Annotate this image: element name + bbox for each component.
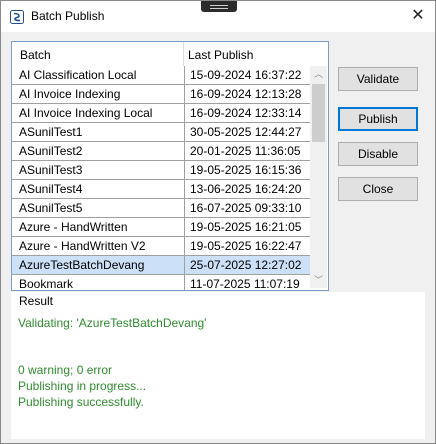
- window-title: Batch Publish: [31, 9, 105, 23]
- column-separator[interactable]: [183, 42, 184, 66]
- batch-cell[interactable]: Azure - HandWritten: [12, 218, 185, 237]
- batch-cell[interactable]: ASunilTest4: [12, 180, 185, 199]
- table-row[interactable]: AI Invoice Indexing 16-09-2024 12:13:28: [12, 85, 310, 104]
- table-row[interactable]: ASunilTest1 30-05-2025 12:44:27: [12, 123, 310, 142]
- table-row[interactable]: ASunilTest2 20-01-2025 11:36:05: [12, 142, 310, 161]
- batch-publish-window: Batch Publish ✕ Batch Last Publish AI Cl…: [0, 0, 436, 444]
- batch-cell[interactable]: AzureTestBatchDevang: [12, 256, 185, 275]
- result-line-success: Publishing successfully.: [18, 395, 144, 409]
- last-publish-cell[interactable]: 15-09-2024 16:37:22: [185, 66, 310, 85]
- result-panel: Result Validating: 'AzureTestBatchDevang…: [11, 292, 425, 439]
- table-row[interactable]: Azure - HandWritten V2 19-05-2025 16:22:4…: [12, 237, 310, 256]
- batch-cell[interactable]: ASunilTest2: [12, 142, 185, 161]
- publish-button[interactable]: Publish: [338, 107, 418, 131]
- batch-cell[interactable]: AI Classification Local: [12, 66, 185, 85]
- table-row[interactable]: AI Invoice Indexing Local 16-09-2024 12:3…: [12, 104, 310, 123]
- batch-cell[interactable]: AI Invoice Indexing Local: [12, 104, 185, 123]
- last-publish-cell[interactable]: 16-09-2024 12:13:28: [185, 85, 310, 104]
- table-row[interactable]: Azure - HandWritten 19-05-2025 16:21:05: [12, 218, 310, 237]
- last-publish-cell[interactable]: 16-09-2024 12:33:14: [185, 104, 310, 123]
- result-line-warnings: 0 warning; 0 error: [18, 363, 113, 377]
- table-row[interactable]: AI Classification Local 15-09-2024 16:37:…: [12, 66, 310, 85]
- scroll-thumb[interactable]: [312, 84, 325, 142]
- vertical-scrollbar[interactable]: ︿ ﹀: [310, 66, 327, 288]
- app-icon: [10, 10, 24, 24]
- result-line-validating: Validating: 'AzureTestBatchDevang': [18, 316, 207, 330]
- batch-cell[interactable]: Bookmark: [12, 275, 185, 290]
- close-icon[interactable]: ✕: [409, 7, 427, 25]
- last-publish-cell[interactable]: 20-01-2025 11:36:05: [185, 142, 310, 161]
- last-publish-cell[interactable]: 19-05-2025 16:22:47: [185, 237, 310, 256]
- drag-handle[interactable]: [201, 1, 237, 12]
- last-publish-cell[interactable]: 11-07-2025 11:07:19: [185, 275, 310, 290]
- scroll-down-icon[interactable]: ﹀: [310, 272, 327, 288]
- result-label: Result: [19, 294, 54, 308]
- batch-cell[interactable]: AI Invoice Indexing: [12, 85, 185, 104]
- table-row[interactable]: ASunilTest5 16-07-2025 09:33:10: [12, 199, 310, 218]
- last-publish-cell[interactable]: 30-05-2025 12:44:27: [185, 123, 310, 142]
- batch-cell[interactable]: Azure - HandWritten V2: [12, 237, 185, 256]
- column-header-batch[interactable]: Batch: [20, 48, 51, 62]
- column-header-last-publish[interactable]: Last Publish: [188, 48, 253, 62]
- scroll-up-icon[interactable]: ︿: [310, 66, 327, 82]
- table-row[interactable]: ASunilTest4 13-06-2025 16:24:20: [12, 180, 310, 199]
- validate-button[interactable]: Validate: [338, 67, 418, 91]
- result-line-progress: Publishing in progress...: [18, 379, 147, 393]
- close-button[interactable]: Close: [338, 177, 418, 201]
- table-row[interactable]: ASunilTest3 19-05-2025 16:15:36: [12, 161, 310, 180]
- batch-cell[interactable]: ASunilTest5: [12, 199, 185, 218]
- batch-cell[interactable]: ASunilTest3: [12, 161, 185, 180]
- disable-button[interactable]: Disable: [338, 142, 418, 166]
- batch-cell[interactable]: ASunilTest1: [12, 123, 185, 142]
- grid-rows: AI Classification Local 15-09-2024 16:37:…: [12, 66, 310, 290]
- last-publish-cell[interactable]: 19-05-2025 16:21:05: [185, 218, 310, 237]
- batch-grid[interactable]: Batch Last Publish AI Classification Loc…: [11, 41, 329, 291]
- last-publish-cell[interactable]: 13-06-2025 16:24:20: [185, 180, 310, 199]
- last-publish-cell[interactable]: 19-05-2025 16:15:36: [185, 161, 310, 180]
- last-publish-cell[interactable]: 25-07-2025 12:27:02: [185, 256, 310, 275]
- last-publish-cell[interactable]: 16-07-2025 09:33:10: [185, 199, 310, 218]
- title-bar: Batch Publish ✕: [1, 1, 435, 32]
- table-row[interactable]: Bookmark 11-07-2025 11:07:19: [12, 275, 310, 290]
- table-row[interactable]: AzureTestBatchDevang 25-07-2025 12:27:02: [12, 256, 310, 275]
- grid-header: Batch Last Publish: [12, 42, 310, 66]
